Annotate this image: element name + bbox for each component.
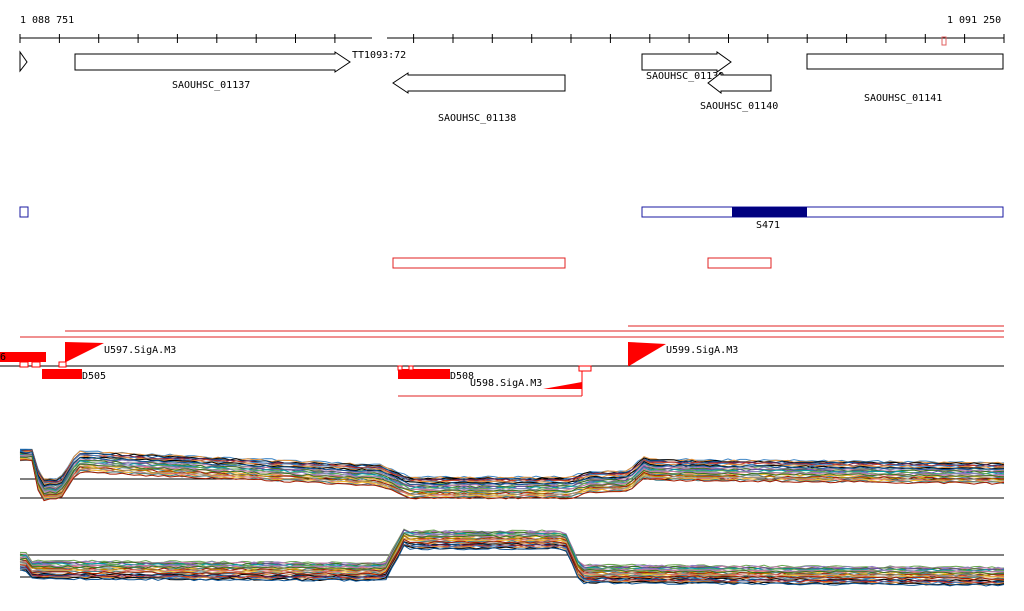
downshift-block-d505[interactable] [42, 369, 82, 379]
downshift-label-6: 6 [0, 352, 6, 363]
gene-saouhsc-01139[interactable] [641, 51, 732, 73]
tick-box-2 [31, 361, 41, 368]
gene-label-01140: SAOUHSC_01140 [700, 101, 778, 112]
tu-label-u598: U598.SigA.M3 [470, 378, 542, 389]
segment-s471-core [732, 207, 807, 217]
rna-box-1[interactable] [392, 257, 566, 269]
downshift-label-d505: D505 [82, 371, 106, 382]
tick-box-3 [58, 361, 67, 368]
promoter-u599[interactable] [628, 342, 666, 366]
gene-label-01141: SAOUHSC_01141 [864, 93, 942, 104]
segment-track: S471 [19, 206, 1004, 231]
rna-track [392, 257, 772, 269]
ruler-start-label: 1 088 751 [20, 15, 74, 26]
tu-label-u599: U599.SigA.M3 [666, 345, 738, 356]
tick-box-5 [408, 365, 414, 371]
promoter-u598[interactable] [543, 382, 582, 389]
gene-fragment-arrow[interactable] [19, 50, 28, 73]
ruler: 1 088 751 1 091 250 [19, 15, 1005, 46]
downshift-block-d508[interactable] [398, 369, 450, 379]
tu-label-u597: U597.SigA.M3 [104, 345, 176, 356]
downshift-block-left[interactable] [0, 352, 46, 362]
expression-upper-lines [19, 448, 1005, 502]
tick-box-6 [578, 365, 592, 372]
gene-label-01138: SAOUHSC_01138 [438, 113, 516, 124]
gene-saouhsc-01140[interactable] [707, 71, 772, 95]
genome-browser-canvas: 1 088 751 1 091 250 SAOUHSC_01137 TT1093… [0, 15, 1005, 587]
expression-track-lower [19, 528, 1005, 587]
promoter-u597[interactable] [65, 342, 104, 362]
segment-s471[interactable] [641, 206, 1004, 218]
gene-saouhsc-01141[interactable] [806, 53, 1004, 70]
gene-saouhsc-01137[interactable] [74, 51, 351, 73]
segment-fragment[interactable] [19, 206, 29, 218]
tick-box-4 [397, 365, 403, 371]
segment-label-s471: S471 [756, 220, 780, 231]
gene-label-01137: SAOUHSC_01137 [172, 80, 250, 91]
tick-box-1 [19, 361, 29, 368]
gene-track: SAOUHSC_01137 TT1093:72 SAOUHSC_01138 SA… [19, 50, 1004, 124]
ruler-end-label: 1 091 250 [947, 15, 1001, 26]
terminator-label: TT1093:72 [352, 50, 406, 61]
transcription-unit-track: 6 D505 U597.SigA.M3 D508 U598.SigA.M3 U5… [0, 325, 1004, 397]
gene-saouhsc-01138[interactable] [392, 72, 566, 94]
expression-track-upper [19, 448, 1005, 502]
rna-box-2[interactable] [707, 257, 772, 269]
